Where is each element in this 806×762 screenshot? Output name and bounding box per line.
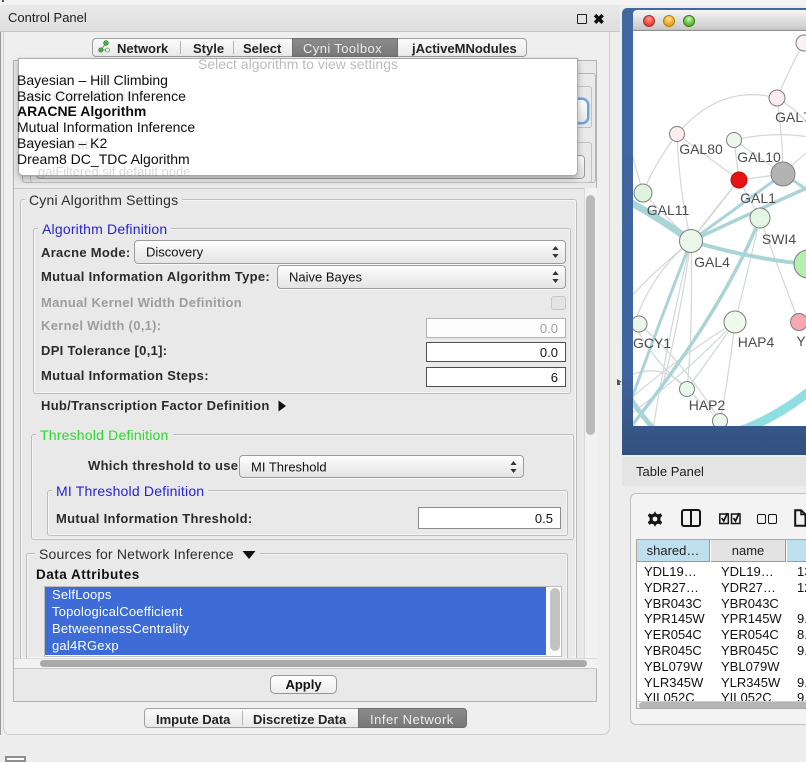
svg-text:GAL11: GAL11 <box>647 202 690 218</box>
svg-text:GAL7: GAL7 <box>775 109 806 125</box>
svg-text:SWI4: SWI4 <box>762 231 796 247</box>
svg-text:GAL4: GAL4 <box>694 254 730 270</box>
svg-text:GCY1: GCY1 <box>633 335 671 351</box>
svg-text:HAP4: HAP4 <box>738 334 775 350</box>
svg-text:GAL80: GAL80 <box>679 141 723 157</box>
svg-text:GAL1: GAL1 <box>740 190 776 206</box>
svg-text:HAP2: HAP2 <box>689 397 726 413</box>
svg-text:GAL10: GAL10 <box>737 149 781 165</box>
svg-text:Y: Y <box>796 333 806 349</box>
